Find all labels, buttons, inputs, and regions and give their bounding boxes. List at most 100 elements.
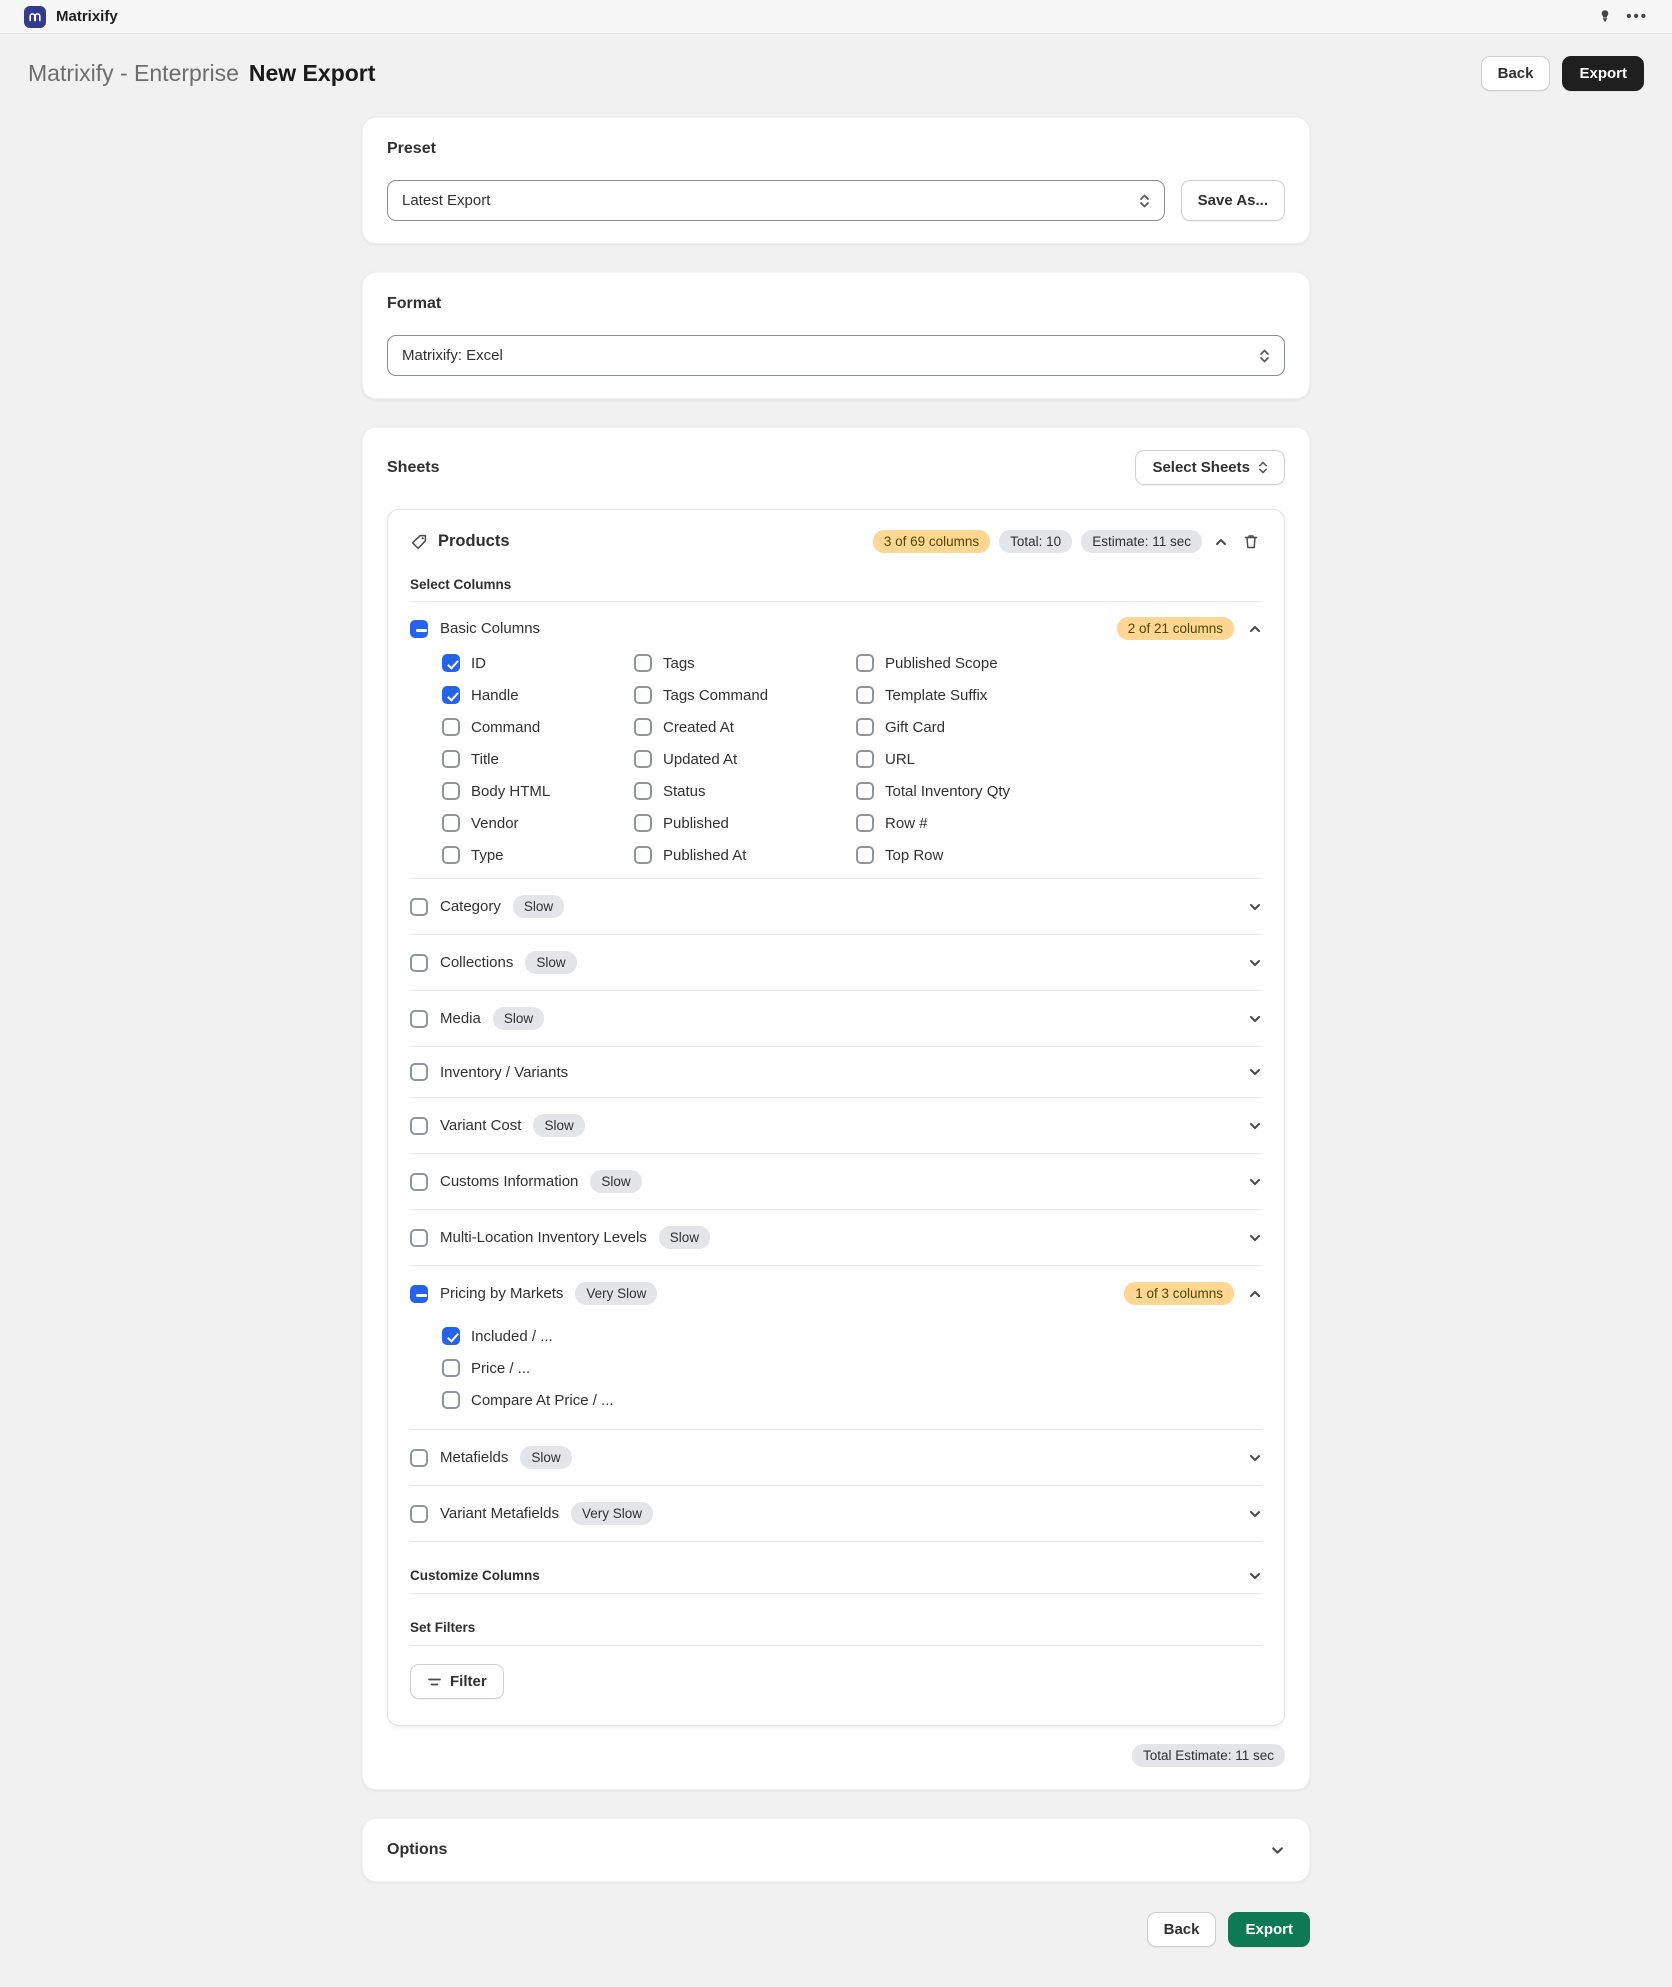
- column-option-tags[interactable]: Tags: [634, 654, 856, 672]
- column-group-metafields[interactable]: MetafieldsSlow: [410, 1430, 1262, 1486]
- chevron-down-icon[interactable]: [1248, 1507, 1262, 1521]
- column-option-tags-command[interactable]: Tags Command: [634, 686, 856, 704]
- column-option-price[interactable]: Price / ...: [442, 1359, 1262, 1377]
- checkbox-top-row[interactable]: [856, 846, 874, 864]
- back-button[interactable]: Back: [1481, 56, 1551, 91]
- column-option-published[interactable]: Published: [634, 814, 856, 832]
- column-option-title[interactable]: Title: [442, 750, 634, 768]
- column-group-category[interactable]: CategorySlow: [410, 879, 1262, 935]
- overflow-menu-icon[interactable]: •••: [1626, 8, 1648, 25]
- column-group-media[interactable]: MediaSlow: [410, 991, 1262, 1047]
- save-as-button[interactable]: Save As...: [1181, 180, 1285, 221]
- column-group-inventory-variants[interactable]: Inventory / Variants: [410, 1047, 1262, 1098]
- chevron-down-icon[interactable]: [1248, 1065, 1262, 1079]
- checkbox-media[interactable]: [410, 1010, 428, 1028]
- checkbox-variant-cost[interactable]: [410, 1117, 428, 1135]
- column-option-body-html[interactable]: Body HTML: [442, 782, 634, 800]
- checkbox-row[interactable]: [856, 814, 874, 832]
- column-option-row[interactable]: Row #: [856, 814, 1010, 832]
- column-option-vendor[interactable]: Vendor: [442, 814, 634, 832]
- checkbox-tags-command[interactable]: [634, 686, 652, 704]
- column-option-published-scope[interactable]: Published Scope: [856, 654, 1010, 672]
- chevron-down-icon[interactable]: [1248, 1175, 1262, 1189]
- checkbox-url[interactable]: [856, 750, 874, 768]
- column-group-customs-information[interactable]: Customs InformationSlow: [410, 1154, 1262, 1210]
- checkbox-status[interactable]: [634, 782, 652, 800]
- chevron-down-icon[interactable]: [1248, 1451, 1262, 1465]
- export-button-header[interactable]: Export: [1562, 56, 1644, 91]
- column-group-variant-metafields[interactable]: Variant MetafieldsVery Slow: [410, 1486, 1262, 1542]
- chevron-up-icon[interactable]: [1248, 1287, 1262, 1301]
- collapse-sheet-chevron-up-icon[interactable]: [1211, 532, 1231, 552]
- checkbox-published[interactable]: [634, 814, 652, 832]
- preset-select[interactable]: Latest Export: [387, 180, 1165, 221]
- checkbox-category[interactable]: [410, 898, 428, 916]
- checkbox-type[interactable]: [442, 846, 460, 864]
- chevron-up-icon[interactable]: [1248, 622, 1262, 636]
- column-option-id[interactable]: ID: [442, 654, 634, 672]
- column-option-published-at[interactable]: Published At: [634, 846, 856, 864]
- checkbox-id[interactable]: [442, 654, 460, 672]
- column-option-url[interactable]: URL: [856, 750, 1010, 768]
- checkbox-price[interactable]: [442, 1359, 460, 1377]
- checkbox-tags[interactable]: [634, 654, 652, 672]
- checkbox-multi-location-inventory-levels[interactable]: [410, 1229, 428, 1247]
- chevron-down-icon[interactable]: [1248, 1119, 1262, 1133]
- chevron-down-icon[interactable]: [1248, 1012, 1262, 1026]
- filter-button[interactable]: Filter: [410, 1664, 504, 1699]
- checkbox-customs-information[interactable]: [410, 1173, 428, 1191]
- checkbox-command[interactable]: [442, 718, 460, 736]
- checkbox-basic-columns[interactable]: [410, 620, 428, 638]
- checkbox-updated-at[interactable]: [634, 750, 652, 768]
- checkbox-collections[interactable]: [410, 954, 428, 972]
- column-option-compare-at-price[interactable]: Compare At Price / ...: [442, 1391, 1262, 1409]
- column-option-gift-card[interactable]: Gift Card: [856, 718, 1010, 736]
- column-option-command[interactable]: Command: [442, 718, 634, 736]
- checkbox-published-at[interactable]: [634, 846, 652, 864]
- select-sheets-button[interactable]: Select Sheets: [1135, 450, 1285, 485]
- column-group-multi-location-inventory-levels[interactable]: Multi-Location Inventory LevelsSlow: [410, 1210, 1262, 1266]
- column-group-pricing-by-markets[interactable]: Pricing by Markets Very Slow 1 of 3 colu…: [410, 1266, 1262, 1321]
- delete-sheet-trash-icon[interactable]: [1240, 530, 1262, 553]
- chevron-down-icon[interactable]: [1248, 1569, 1262, 1583]
- checkbox-handle[interactable]: [442, 686, 460, 704]
- checkbox-title[interactable]: [442, 750, 460, 768]
- format-select[interactable]: Matrixify: Excel: [387, 335, 1285, 376]
- options-card[interactable]: Options: [362, 1818, 1310, 1882]
- column-option-updated-at[interactable]: Updated At: [634, 750, 856, 768]
- checkbox-body-html[interactable]: [442, 782, 460, 800]
- checkbox-metafields[interactable]: [410, 1449, 428, 1467]
- column-option-included[interactable]: Included / ...: [442, 1327, 1262, 1345]
- chevron-down-icon[interactable]: [1270, 1843, 1285, 1858]
- checkbox-compare-at-price[interactable]: [442, 1391, 460, 1409]
- checkbox-inventory-variants[interactable]: [410, 1063, 428, 1081]
- column-group-collections[interactable]: CollectionsSlow: [410, 935, 1262, 991]
- pin-icon[interactable]: [1594, 6, 1616, 28]
- checkbox-pricing-by-markets[interactable]: [410, 1285, 428, 1303]
- customize-columns-row[interactable]: Customize Columns: [410, 1568, 1262, 1594]
- chevron-down-icon[interactable]: [1248, 956, 1262, 970]
- column-option-template-suffix[interactable]: Template Suffix: [856, 686, 1010, 704]
- checkbox-created-at[interactable]: [634, 718, 652, 736]
- column-option-total-inventory-qty[interactable]: Total Inventory Qty: [856, 782, 1010, 800]
- column-option-handle[interactable]: Handle: [442, 686, 634, 704]
- column-option-created-at[interactable]: Created At: [634, 718, 856, 736]
- chevron-down-icon[interactable]: [1248, 900, 1262, 914]
- checkbox-template-suffix[interactable]: [856, 686, 874, 704]
- column-option-type[interactable]: Type: [442, 846, 634, 864]
- checkbox-published-scope[interactable]: [856, 654, 874, 672]
- checkbox-included[interactable]: [442, 1327, 460, 1345]
- checkbox-total-inventory-qty[interactable]: [856, 782, 874, 800]
- column-option-status[interactable]: Status: [634, 782, 856, 800]
- column-option-top-row[interactable]: Top Row: [856, 846, 1010, 864]
- checkbox-vendor[interactable]: [442, 814, 460, 832]
- checkbox-variant-metafields[interactable]: [410, 1505, 428, 1523]
- breadcrumb-app[interactable]: Matrixify - Enterprise: [28, 60, 239, 87]
- chevron-down-icon[interactable]: [1248, 1231, 1262, 1245]
- group-label: Collections: [440, 954, 513, 971]
- checkbox-gift-card[interactable]: [856, 718, 874, 736]
- column-group-basic-columns[interactable]: Basic Columns 2 of 21 columns: [410, 602, 1262, 652]
- export-button-footer[interactable]: Export: [1228, 1912, 1310, 1947]
- back-button-footer[interactable]: Back: [1147, 1912, 1217, 1947]
- column-group-variant-cost[interactable]: Variant CostSlow: [410, 1098, 1262, 1154]
